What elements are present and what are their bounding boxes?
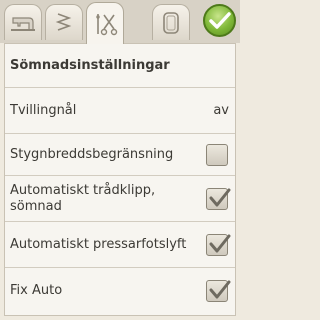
setting-value: av <box>213 103 229 118</box>
sewing-machine-icon <box>11 16 35 31</box>
stitch-icon <box>55 12 72 31</box>
setting-label: Automatiskt trådklipp, sömnad <box>10 182 156 214</box>
setting-stitch-width-limit[interactable]: Stygnbreddsbegränsning <box>5 134 235 176</box>
tab-embroidery[interactable] <box>152 4 190 40</box>
settings-panel: Sömnadsinställningar Tvillingnål av Styg… <box>4 43 236 316</box>
tab-sewing-settings[interactable] <box>86 2 124 44</box>
setting-label: Automatiskt pressarfotslyft <box>10 236 187 252</box>
setting-twin-needle[interactable]: Tvillingnål av <box>5 88 235 134</box>
setting-auto-presser-foot-lift[interactable]: Automatiskt pressarfotslyft <box>5 222 235 268</box>
setting-label: Stygnbreddsbegränsning <box>10 146 174 162</box>
checkbox[interactable] <box>206 280 231 302</box>
check-icon <box>208 11 231 29</box>
setting-fix-auto[interactable]: Fix Auto <box>5 268 235 314</box>
hoop-icon <box>163 11 179 34</box>
tab-machine[interactable] <box>4 4 42 40</box>
setting-label: Fix Auto <box>10 283 63 298</box>
check-icon <box>209 234 231 253</box>
tab-bar <box>0 0 240 44</box>
needle-scissors-icon <box>96 13 118 35</box>
checkbox[interactable] <box>206 144 228 166</box>
check-icon <box>209 188 231 207</box>
check-icon <box>209 280 231 299</box>
confirm-button[interactable] <box>203 4 236 37</box>
tab-stitches[interactable] <box>45 4 83 40</box>
panel-title: Sömnadsinställningar <box>5 44 235 88</box>
setting-label: Tvillingnål <box>10 102 77 118</box>
setting-auto-thread-cut[interactable]: Automatiskt trådklipp, sömnad <box>5 176 235 222</box>
checkbox[interactable] <box>206 188 231 210</box>
checkbox[interactable] <box>206 234 231 256</box>
